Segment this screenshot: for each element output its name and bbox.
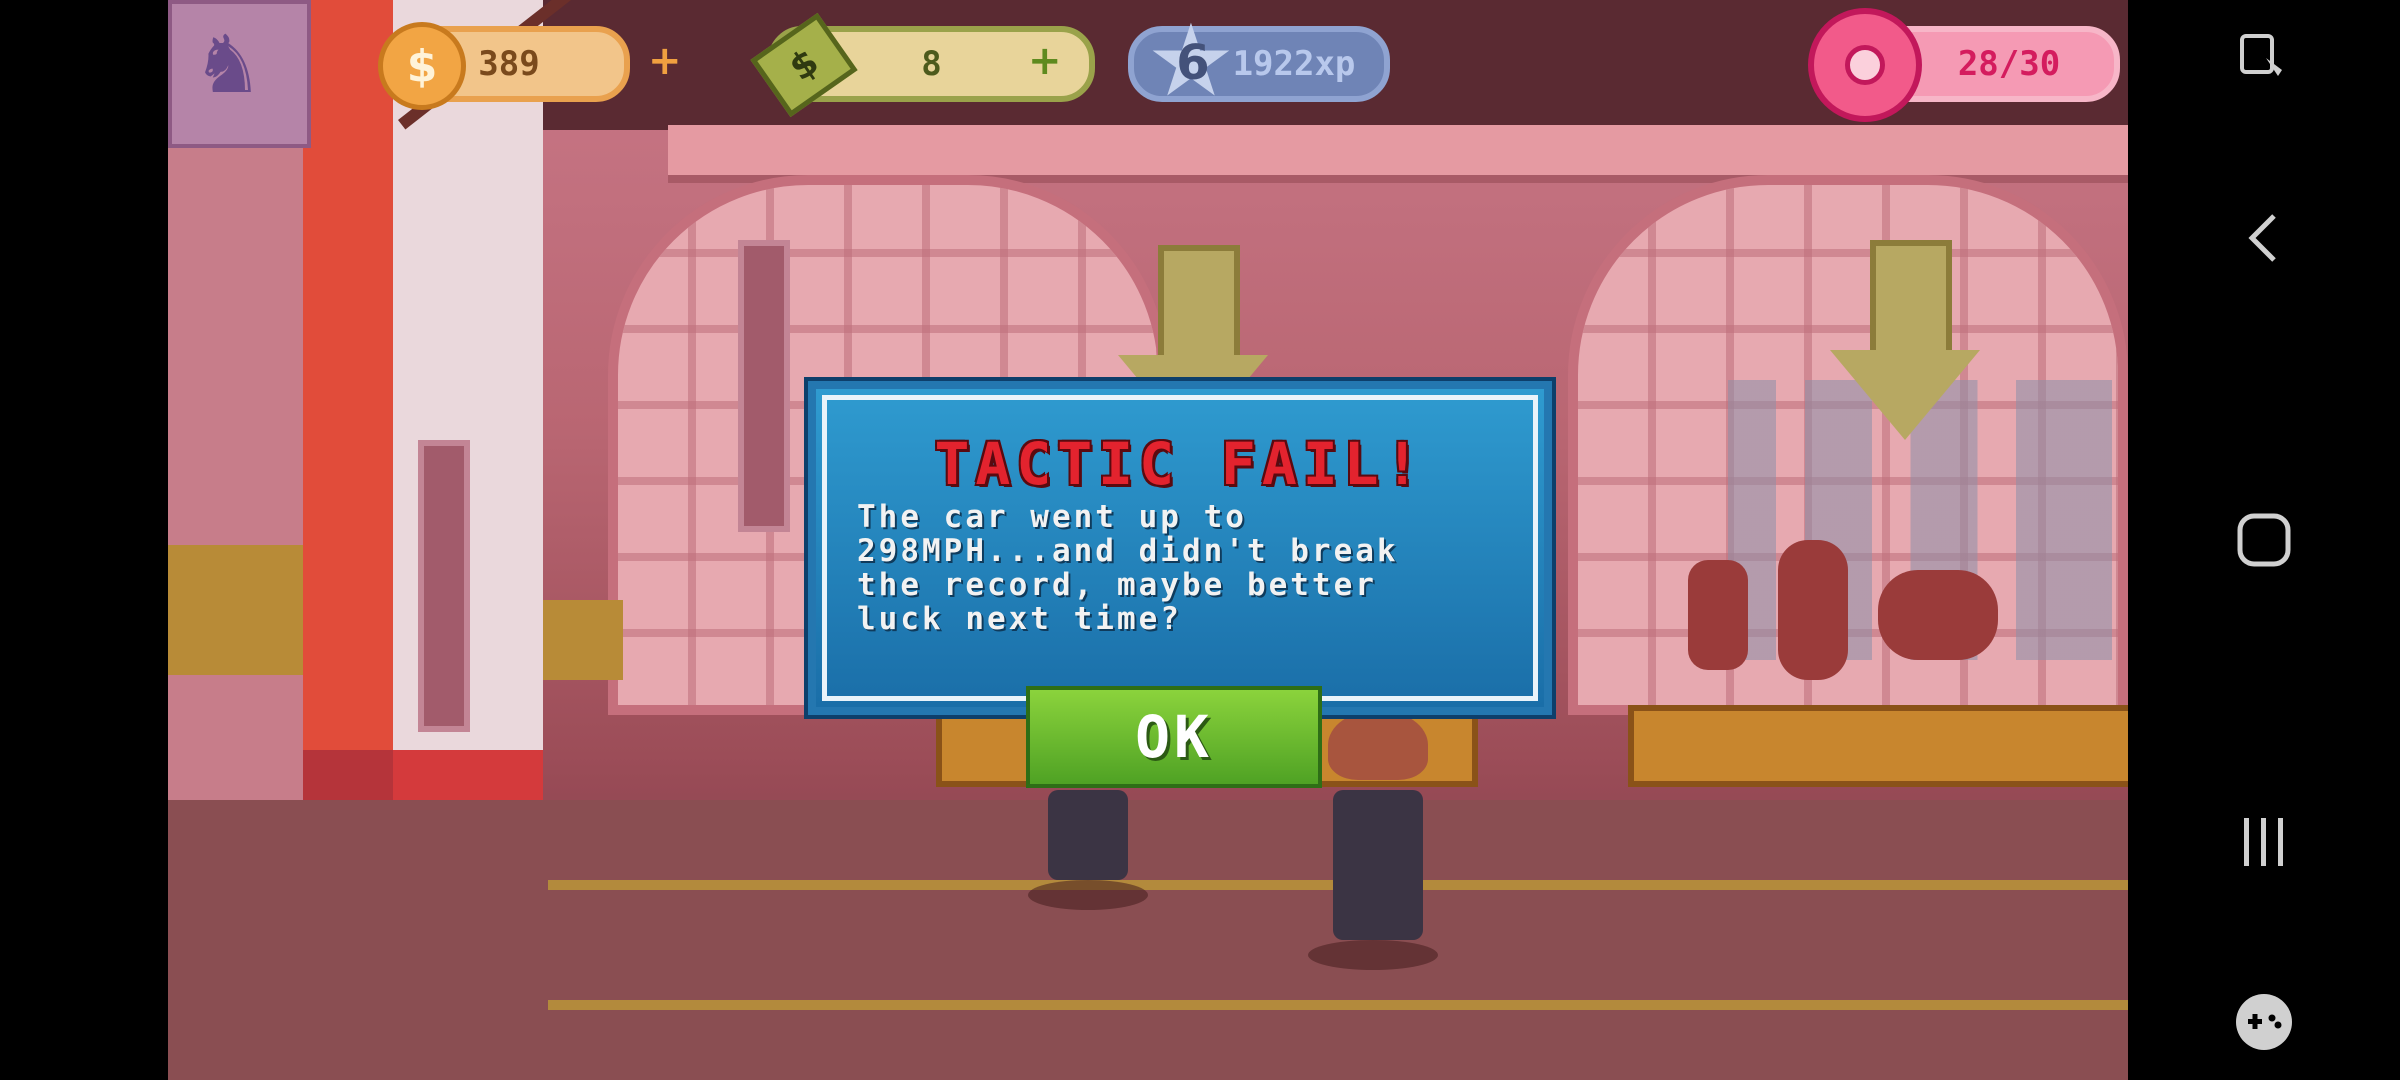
player-avatar-icon: ♞	[192, 18, 264, 111]
tactic-fail-dialog: TACTIC FAIL! The car went up to 298MPH..…	[808, 381, 1552, 715]
display-car[interactable]	[1688, 540, 2018, 690]
dialog-message: The car went up to 298MPH...and didn't b…	[857, 499, 1399, 637]
donut-icon	[1808, 8, 1922, 122]
level-number: 6	[1176, 35, 1210, 91]
floor-marking	[548, 1000, 2128, 1010]
donuts-value: 28/30	[1957, 44, 2061, 84]
bush-left	[168, 545, 308, 675]
back-icon[interactable]	[2234, 208, 2294, 268]
dialog-title: TACTIC FAIL!	[934, 430, 1426, 498]
cash-value: 8	[921, 44, 942, 84]
game-launcher-icon[interactable]	[2234, 992, 2294, 1052]
floor	[168, 800, 2128, 1080]
screen-touch-lock-icon[interactable]	[2234, 28, 2294, 88]
dollar-coin-icon: $	[378, 22, 466, 110]
xp-value: 1922xp	[1232, 44, 1356, 84]
dialog-frame: TACTIC FAIL! The car went up to 298MPH..…	[822, 395, 1538, 701]
add-coins-button[interactable]: +	[648, 38, 682, 84]
player-avatar-button[interactable]: ♞	[168, 0, 311, 148]
ok-button[interactable]: OK	[1026, 686, 1322, 788]
home-icon[interactable]	[2234, 510, 2294, 570]
display-platform-right	[1628, 705, 2128, 787]
door-panel	[418, 440, 470, 732]
coins-value: 389	[478, 44, 540, 84]
system-navigation-bar	[2128, 0, 2400, 1080]
door-panel	[738, 240, 790, 532]
add-cash-button[interactable]: +	[1028, 38, 1062, 84]
recent-apps-icon[interactable]	[2234, 812, 2294, 872]
